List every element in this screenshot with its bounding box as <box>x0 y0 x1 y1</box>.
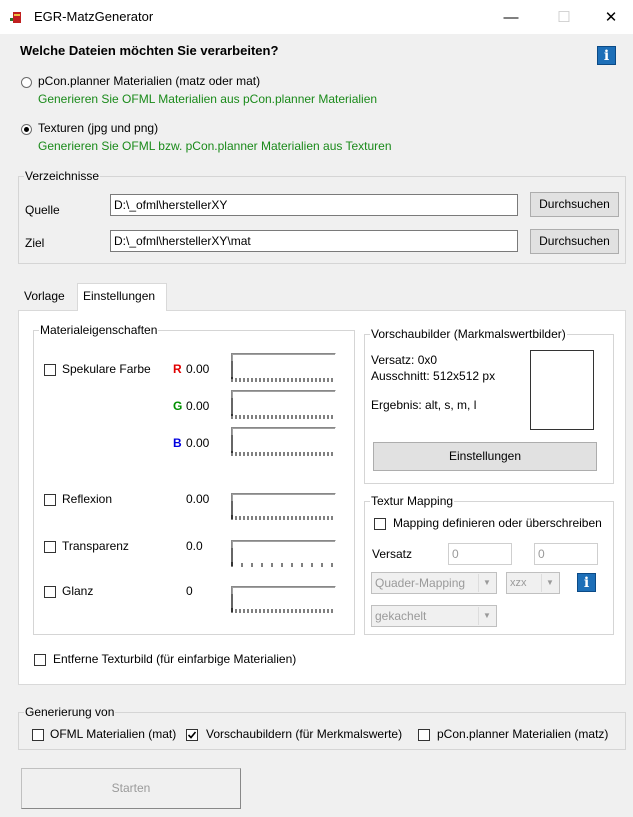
generate-pcon-checkbox[interactable] <box>418 729 430 741</box>
preview-settings-button[interactable]: Einstellungen <box>373 442 597 471</box>
generation-legend: Generierung von <box>24 705 116 719</box>
option-pcon-description: Generieren Sie OFML Materialien aus pCon… <box>38 92 378 106</box>
glanz-checkbox[interactable] <box>44 586 56 598</box>
option-pcon-label[interactable]: pCon.planner Materialien (matz oder mat) <box>38 74 260 88</box>
transparenz-checkbox[interactable] <box>44 541 56 553</box>
chevron-down-icon: ▼ <box>478 574 495 592</box>
maximize-button[interactable]: ☐ <box>541 4 587 32</box>
specular-g-label: G <box>173 399 183 413</box>
transparenz-slider[interactable] <box>231 540 336 556</box>
material-properties-legend: Materialeigenschaften <box>39 323 159 337</box>
specular-label[interactable]: Spekulare Farbe <box>62 362 151 376</box>
glanz-slider-ticks <box>231 608 333 613</box>
browse-target-button[interactable]: Durchsuchen <box>530 229 619 254</box>
transparenz-slider-ticks <box>231 562 333 567</box>
remove-texture-checkbox[interactable] <box>34 654 46 666</box>
specular-b-slider-ticks <box>231 451 333 456</box>
glanz-label[interactable]: Glanz <box>62 584 93 598</box>
reflexion-checkbox[interactable] <box>44 494 56 506</box>
source-input[interactable]: D:\_ofml\herstellerXY <box>110 194 518 216</box>
specular-checkbox[interactable] <box>44 364 56 376</box>
chevron-down-icon: ▼ <box>541 574 558 592</box>
check-icon <box>187 731 197 739</box>
specular-g-slider-ticks <box>231 414 333 419</box>
generate-preview-checkbox[interactable] <box>186 729 198 741</box>
preview-result: Ergebnis: alt, s, m, l <box>371 398 477 412</box>
info-icon[interactable]: i <box>597 46 616 65</box>
mapping-tiling-select[interactable]: gekachelt ▼ <box>371 605 497 627</box>
mapping-axes-select[interactable]: xzx ▼ <box>506 572 560 594</box>
mapping-offset-x-input[interactable]: 0 <box>448 543 512 565</box>
start-button[interactable]: Starten <box>21 768 241 809</box>
generate-pcon-label[interactable]: pCon.planner Materialien (matz) <box>437 727 608 741</box>
target-label: Ziel <box>25 236 45 250</box>
radio-textures[interactable] <box>21 124 32 135</box>
glanz-value: 0 <box>186 584 193 598</box>
generate-ofml-checkbox[interactable] <box>32 729 44 741</box>
mapping-offset-y-input[interactable]: 0 <box>534 543 598 565</box>
mapping-offset-label: Versatz <box>372 547 413 561</box>
mapping-define-label[interactable]: Mapping definieren oder überschreiben <box>393 516 602 530</box>
preview-offset: Versatz: 0x0 <box>371 353 438 367</box>
minimize-button[interactable]: — <box>488 4 534 32</box>
close-button[interactable]: ✕ <box>588 4 633 32</box>
reflexion-slider[interactable] <box>231 493 336 509</box>
browse-source-button[interactable]: Durchsuchen <box>530 192 619 217</box>
target-input[interactable]: D:\_ofml\herstellerXY\mat <box>110 230 518 252</box>
mapping-axes-value: xzx <box>510 577 527 589</box>
mapping-type-value: Quader-Mapping <box>375 576 466 590</box>
reflexion-slider-ticks <box>231 515 333 520</box>
specular-r-slider[interactable] <box>231 353 336 369</box>
title-bar: EGR-MatzGenerator — ☐ ✕ <box>0 0 633 34</box>
window-title: EGR-MatzGenerator <box>34 9 154 24</box>
specular-r-value: 0.00 <box>186 362 210 376</box>
transparenz-value: 0.0 <box>186 539 203 553</box>
radio-pcon-materials[interactable] <box>21 77 32 88</box>
chevron-down-icon: ▼ <box>478 607 495 625</box>
specular-b-slider[interactable] <box>231 427 336 443</box>
specular-b-label: B <box>173 436 182 450</box>
app-icon <box>10 12 21 23</box>
source-label: Quelle <box>25 203 60 217</box>
tab-einstellungen-label: Einstellungen <box>83 289 156 303</box>
generate-ofml-label[interactable]: OFML Materialien (mat) <box>50 727 176 741</box>
specular-r-slider-ticks <box>231 377 333 382</box>
texture-mapping-legend: Textur Mapping <box>370 494 455 508</box>
specular-b-value: 0.00 <box>186 436 210 450</box>
directories-legend: Verzeichnisse <box>24 169 101 183</box>
preview-legend: Vorschaubilder (Markmalswertbilder) <box>370 327 567 341</box>
remove-texture-label[interactable]: Entferne Texturbild (für einfarbige Mate… <box>53 652 296 666</box>
tab-einstellungen[interactable]: Einstellungen <box>77 283 167 311</box>
mapping-tiling-value: gekachelt <box>375 609 427 623</box>
option-textures-description: Generieren Sie OFML bzw. pCon.planner Ma… <box>38 139 392 153</box>
reflexion-value: 0.00 <box>186 492 210 506</box>
mapping-info-icon[interactable]: i <box>577 573 596 592</box>
specular-r-label: R <box>173 362 182 376</box>
glanz-slider[interactable] <box>231 586 336 602</box>
tab-vorlage[interactable]: Vorlage <box>24 289 65 303</box>
mapping-define-checkbox[interactable] <box>374 518 386 530</box>
preview-image <box>530 350 594 430</box>
mapping-type-select[interactable]: Quader-Mapping ▼ <box>371 572 497 594</box>
question-heading: Welche Dateien möchten Sie verarbeiten? <box>20 43 279 58</box>
generate-preview-label[interactable]: Vorschaubildern (für Merkmalswerte) <box>206 727 402 741</box>
specular-g-value: 0.00 <box>186 399 210 413</box>
reflexion-label[interactable]: Reflexion <box>62 492 112 506</box>
transparenz-label[interactable]: Transparenz <box>62 539 129 553</box>
preview-crop: Ausschnitt: 512x512 px <box>371 369 496 383</box>
specular-g-slider[interactable] <box>231 390 336 406</box>
option-textures-label[interactable]: Texturen (jpg und png) <box>38 121 158 135</box>
